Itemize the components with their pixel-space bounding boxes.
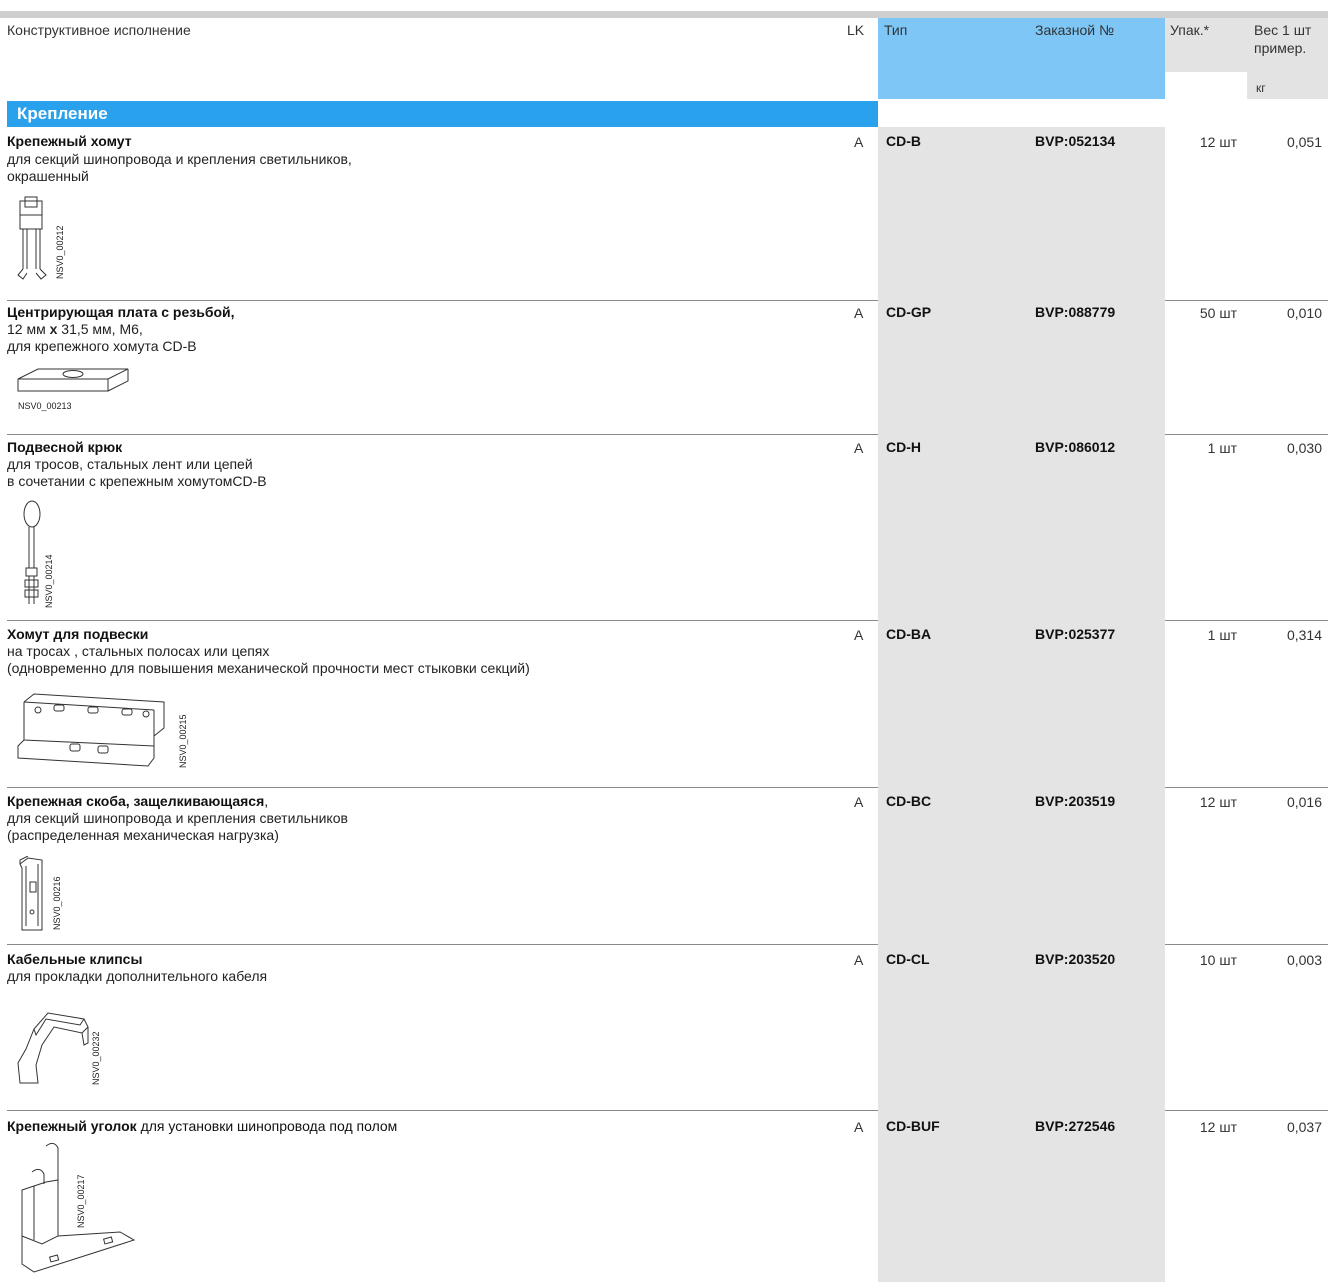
row-4-order: BVP:025377: [1035, 626, 1116, 642]
row-3-type: CD-H: [886, 439, 921, 455]
type-order-column-bg: [878, 127, 1165, 1282]
row-6-weight: 0,003: [1286, 952, 1322, 968]
row-6-title: Кабельные клипсы: [7, 951, 143, 967]
row-separator: [7, 434, 878, 435]
row-2-desc-1: 12 мм x 31,5 мм, M6,: [7, 321, 143, 337]
row-4-pack: 1 шт: [1207, 627, 1237, 643]
row-7-order: BVP:272546: [1035, 1118, 1116, 1134]
row-3-lk: A: [854, 440, 864, 456]
header-weight-line2: пример.: [1254, 40, 1307, 56]
header-order-no: Заказной №: [1035, 22, 1114, 38]
row-6-desc-1: для прокладки дополнительного кабеля: [7, 968, 268, 984]
row-7-weight: 0,037: [1286, 1119, 1322, 1135]
row-2-desc-2: для крепежного хомута CD-B: [7, 338, 197, 354]
header-pack: Упак.*: [1170, 22, 1210, 38]
row-6-lk: A: [854, 952, 864, 968]
row-6-type: CD-CL: [886, 951, 930, 967]
row-separator: [7, 620, 878, 621]
row-1-order: BVP:052134: [1035, 133, 1116, 149]
row-separator: [1165, 620, 1328, 621]
suspension-bracket-drawing: NSV0_00215: [17, 693, 188, 768]
row-2-lk: A: [854, 305, 864, 321]
row-1-title: Крепежный хомут: [7, 133, 132, 149]
row-2-weight: 0,010: [1286, 305, 1322, 321]
row-4-lk: A: [854, 627, 864, 643]
suspension-hook-drawing: NSV0_00214: [23, 500, 54, 608]
row-4-desc-2: (одновременно для повышения механической…: [7, 660, 530, 676]
row-separator: [7, 944, 878, 945]
snap-bracket-drawing: NSV0_00216: [19, 856, 62, 931]
section-bar: [7, 101, 878, 127]
mounting-angle-drawing: NSV0_00217: [21, 1142, 136, 1273]
row-5-desc-2: (распределенная механическая нагрузка): [7, 827, 279, 843]
row-3-weight: 0,030: [1286, 440, 1322, 456]
row-1-lk: A: [854, 134, 864, 150]
row-3-title: Подвесной крюк: [7, 439, 123, 455]
row-separator: [7, 787, 878, 788]
row-3-pack: 1 шт: [1207, 440, 1237, 456]
row-7-pack: 12 шт: [1199, 1119, 1237, 1135]
row-separator: [1165, 1110, 1328, 1111]
row-2-pack: 50 шт: [1199, 305, 1237, 321]
row-4-weight: 0,314: [1286, 627, 1322, 643]
row-2-order: BVP:088779: [1035, 304, 1116, 320]
mounting-clamp-drawing: NSV0_00212: [17, 196, 65, 280]
header-weight-line1: Вес 1 шт: [1254, 22, 1312, 38]
row-5-desc-1: для секций шинопровода и крепления свети…: [7, 810, 348, 826]
row-3-order: BVP:086012: [1035, 439, 1116, 455]
header-design: Конструктивное исполнение: [7, 22, 191, 38]
section-title: Крепление: [17, 104, 108, 123]
row-1-weight: 0,051: [1286, 134, 1322, 150]
row-3-image-code: NSV0_00214: [44, 554, 54, 608]
row-7-image-code: NSV0_00217: [76, 1174, 86, 1228]
centering-plate-drawing: NSV0_00213: [17, 368, 129, 411]
header-type: Тип: [884, 22, 908, 38]
row-4-desc-1: на тросах , стальных полосах или цепях: [7, 643, 270, 659]
cable-clip-drawing: NSV0_00232: [17, 1012, 101, 1085]
row-2-type: CD-GP: [886, 304, 932, 320]
row-5-title: Крепежная скоба, защелкивающаяся,: [7, 793, 269, 809]
row-4-type: CD-BA: [886, 626, 932, 642]
row-1-type: CD-B: [886, 133, 921, 149]
row-1-pack: 12 шт: [1199, 134, 1237, 150]
row-7-type: CD-BUF: [886, 1118, 940, 1134]
type-order-header-bg: [878, 18, 1165, 99]
row-3-desc-2: в сочетании с крепежным хомутомCD-B: [7, 473, 267, 489]
row-7-lk: A: [854, 1119, 864, 1135]
row-5-pack: 12 шт: [1199, 794, 1237, 810]
row-separator: [1165, 300, 1328, 301]
row-2-image-code: NSV0_00213: [18, 401, 72, 411]
row-2-title: Центрирующая плата с резьбой,: [7, 304, 235, 320]
row-1-desc-1: для секций шинопровода и крепления свети…: [7, 151, 352, 167]
top-rule: [0, 11, 1328, 18]
row-7-title: Крепежный уголок для установки шинопрово…: [7, 1118, 398, 1134]
row-5-image-code: NSV0_00216: [52, 876, 62, 930]
row-separator: [7, 300, 878, 301]
weight-unit: кг: [1256, 81, 1266, 95]
row-5-order: BVP:203519: [1035, 793, 1116, 809]
row-5-weight: 0,016: [1286, 794, 1322, 810]
row-4-title: Хомут для подвески: [7, 626, 149, 642]
row-separator: [1165, 434, 1328, 435]
header-lk: LK: [847, 22, 865, 38]
row-separator: [7, 1110, 878, 1111]
row-5-type: CD-BC: [886, 793, 932, 809]
row-separator: [1165, 787, 1328, 788]
row-6-pack: 10 шт: [1199, 952, 1237, 968]
row-6-order: BVP:203520: [1035, 951, 1116, 967]
row-6-image-code: NSV0_00232: [91, 1031, 101, 1085]
row-5-lk: A: [854, 794, 864, 810]
row-separator: [1165, 944, 1328, 945]
row-1-desc-2: окрашенный: [7, 168, 89, 184]
row-1-image-code: NSV0_00212: [55, 225, 65, 279]
row-3-desc-1: для тросов, стальных лент или цепей: [7, 456, 253, 472]
row-4-image-code: NSV0_00215: [178, 714, 188, 768]
